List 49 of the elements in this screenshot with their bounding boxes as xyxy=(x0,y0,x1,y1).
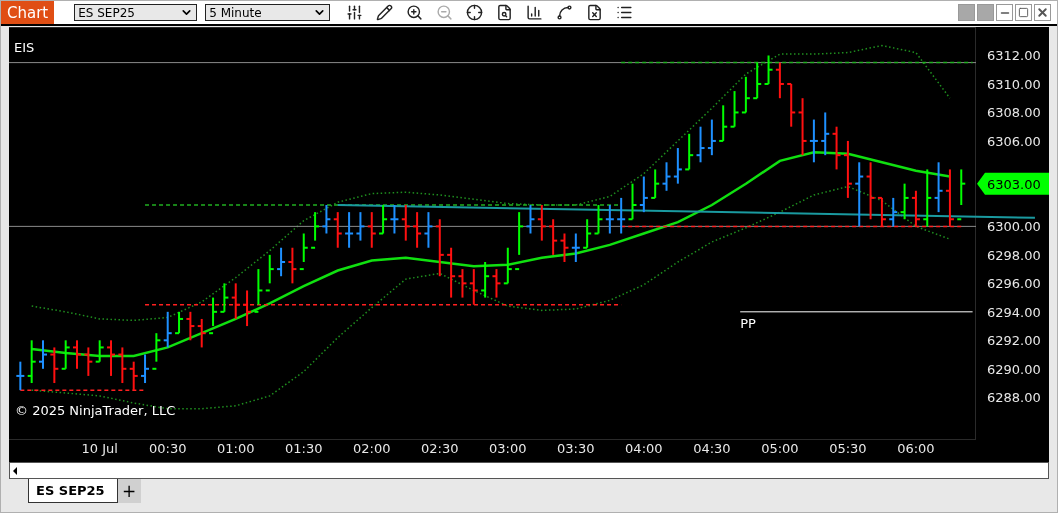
scroll-left-icon[interactable] xyxy=(13,466,17,475)
bar-chart-icon[interactable] xyxy=(525,4,543,21)
time-axis-label: 05:30 xyxy=(829,441,867,456)
chart-tab[interactable]: ES SEP25 xyxy=(28,479,118,503)
price-axis-label: 6292.00 xyxy=(987,333,1041,349)
copyright-text: © 2025 NinjaTrader, LLC xyxy=(15,403,176,418)
crosshair-icon[interactable] xyxy=(465,4,483,21)
price-axis-label: 6296.00 xyxy=(987,276,1041,292)
price-axis-label: 6290.00 xyxy=(987,361,1041,377)
time-axis-label: 02:00 xyxy=(353,441,391,456)
file-icon[interactable] xyxy=(585,4,603,21)
scroll-bar[interactable] xyxy=(9,462,1049,479)
last-price-badge: 6303.00 xyxy=(977,172,1049,195)
maximize-button[interactable] xyxy=(1015,4,1032,21)
price-axis-label: 6288.00 xyxy=(987,390,1041,406)
time-axis-label: 03:30 xyxy=(557,441,595,456)
price-axis-label: 6312.00 xyxy=(987,48,1041,64)
minimize-button[interactable] xyxy=(996,4,1013,21)
close-icon xyxy=(1036,6,1049,19)
file-search-icon[interactable] xyxy=(495,4,513,21)
close-button[interactable] xyxy=(1034,4,1051,21)
price-axis-label: 6300.00 xyxy=(987,219,1041,235)
instrument-label: EIS xyxy=(14,40,35,55)
time-axis-label: 01:00 xyxy=(217,441,255,456)
price-axis-label: 6298.00 xyxy=(987,247,1041,263)
time-axis-label: 01:30 xyxy=(285,441,323,456)
time-axis-label: 05:00 xyxy=(761,441,799,456)
add-tab-button[interactable]: + xyxy=(117,479,141,503)
time-axis-label: 04:00 xyxy=(625,441,663,456)
window-title: Chart xyxy=(1,1,55,24)
pivot-label: PP xyxy=(740,315,756,331)
instrument-dropdown[interactable]: ES SEP25 xyxy=(74,4,198,21)
time-axis-label: 00:30 xyxy=(149,441,187,456)
time-axis-label: 02:30 xyxy=(421,441,459,456)
pencil-icon[interactable] xyxy=(375,4,393,21)
interval-dropdown[interactable]: 5 Minute xyxy=(205,4,331,21)
indicators-icon[interactable] xyxy=(345,4,363,21)
zoom-in-icon[interactable] xyxy=(405,4,423,21)
price-axis-label: 6310.00 xyxy=(987,76,1041,92)
time-axis-label: 04:30 xyxy=(693,441,731,456)
list-icon[interactable] xyxy=(615,4,633,21)
square-icon xyxy=(1018,7,1029,18)
price-axis-label: 6294.00 xyxy=(987,304,1041,320)
time-axis-label: 10 Jul xyxy=(81,441,118,456)
line-chart-icon[interactable] xyxy=(555,4,573,21)
price-axis-label: 6308.00 xyxy=(987,105,1041,121)
time-axis-label: 03:00 xyxy=(489,441,527,456)
time-axis-label: 06:00 xyxy=(897,441,935,456)
price-axis-label: 6306.00 xyxy=(987,133,1041,149)
